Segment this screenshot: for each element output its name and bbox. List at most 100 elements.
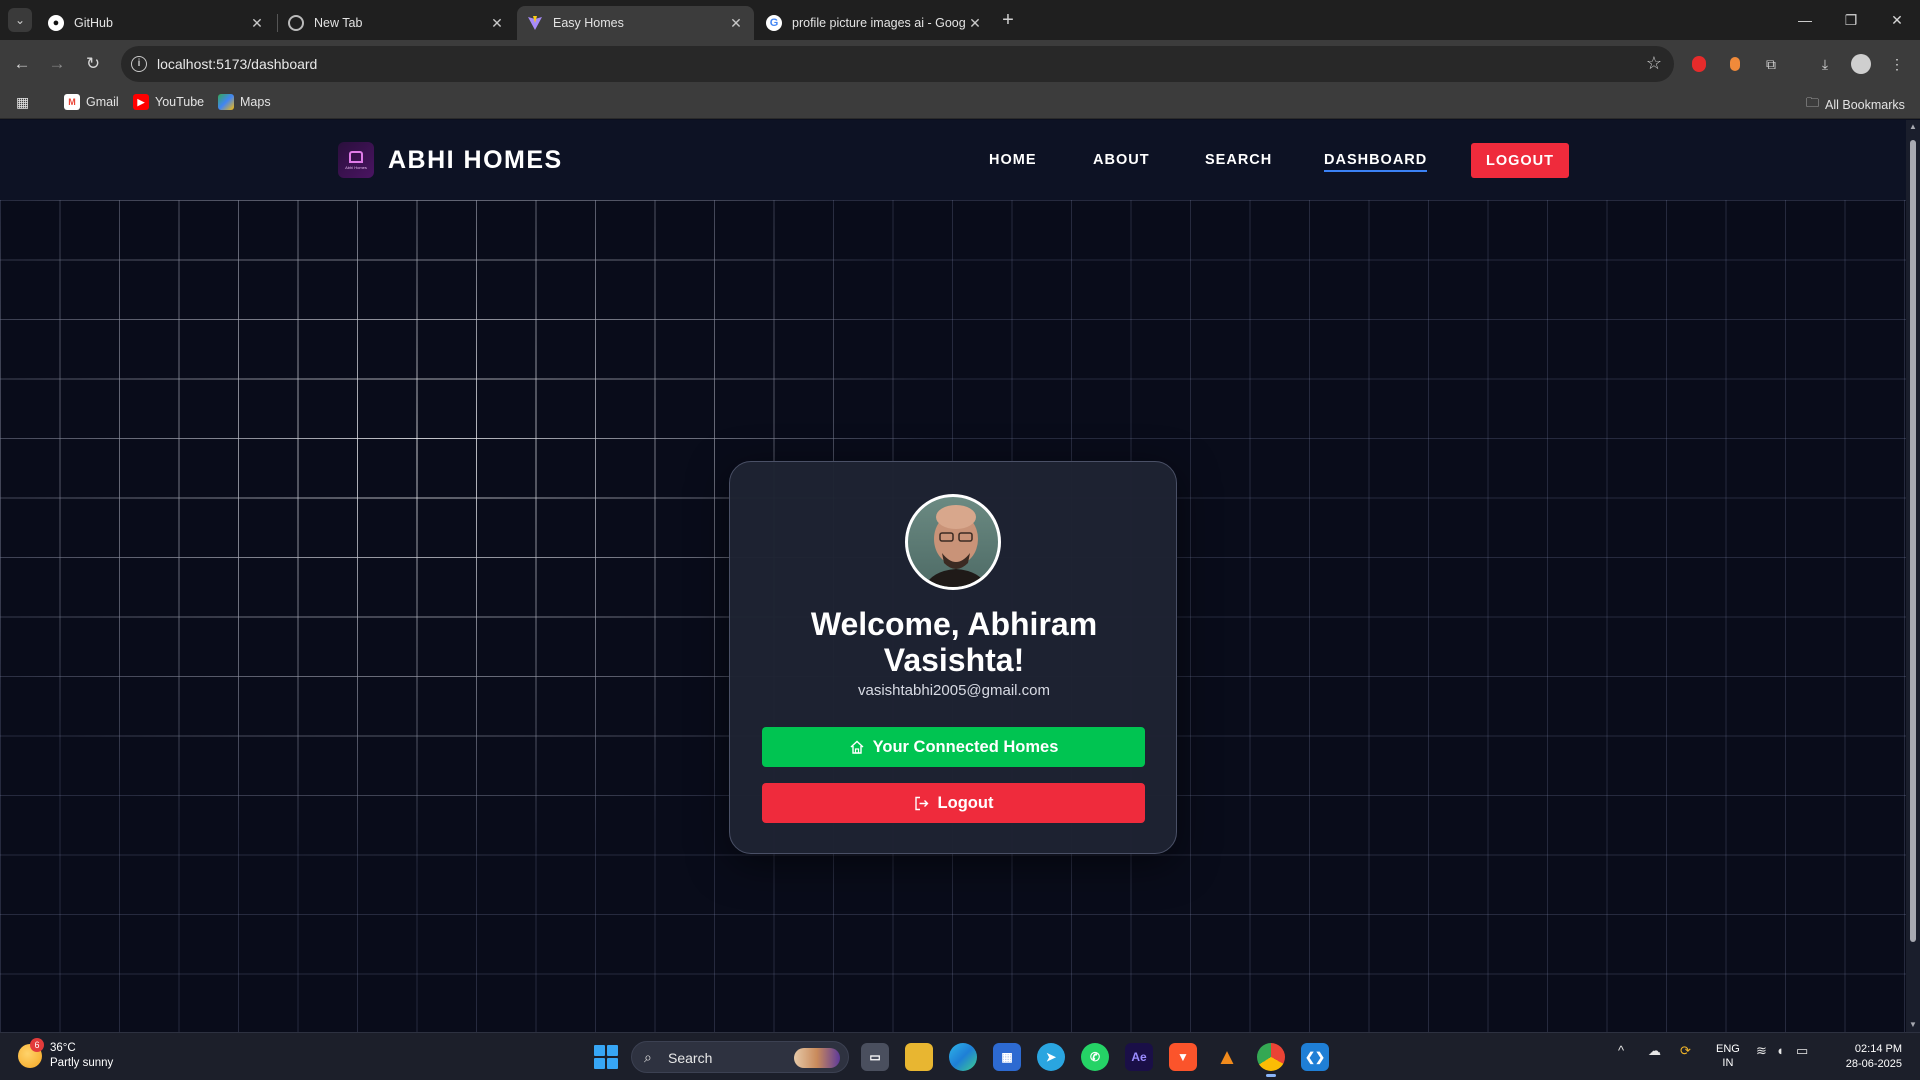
google-icon: G (766, 15, 782, 31)
close-icon[interactable]: ✕ (967, 15, 983, 32)
forward-button[interactable]: → (43, 50, 71, 78)
clock-date: 28-06-2025 (1845, 1058, 1902, 1070)
edge-icon[interactable] (949, 1043, 977, 1071)
browser-tab-bar: ⌄ ● GitHub ✕ New Tab ✕ Easy Homes ✕ G pr… (0, 0, 1920, 40)
bookmark-youtube[interactable]: ▶ YouTube (133, 94, 204, 110)
house-logo-icon (349, 150, 363, 163)
page-scrollbar[interactable]: ▲ ▼ (1906, 120, 1920, 1032)
show-hidden-icons-chevron[interactable]: ^ (1618, 1043, 1624, 1058)
whatsapp-icon[interactable]: ✆ (1081, 1043, 1109, 1071)
nav-about[interactable]: ABOUT (1093, 152, 1150, 168)
after-effects-icon[interactable]: Ae (1125, 1043, 1153, 1071)
nav-search[interactable]: SEARCH (1205, 152, 1272, 168)
chrome-icon[interactable] (1257, 1043, 1285, 1077)
nav-logout-button[interactable]: LOGOUT (1471, 143, 1569, 178)
sync-icon[interactable]: ⟳ (1680, 1043, 1691, 1059)
extension-red-icon[interactable] (1688, 53, 1710, 75)
profile-card: Welcome, Abhiram Vasishta! vasishtabhi20… (729, 461, 1177, 854)
minimize-button[interactable]: — (1782, 0, 1828, 40)
site-logo[interactable]: Abhi Homes (338, 142, 374, 178)
scrollbar-thumb[interactable] (1910, 140, 1916, 942)
menu-kebab-icon[interactable]: ⋮ (1886, 53, 1908, 75)
bookmark-label: Maps (240, 95, 271, 109)
bookmark-label: YouTube (155, 95, 205, 109)
close-icon[interactable]: ✕ (728, 15, 744, 32)
lang-bottom: IN (1722, 1057, 1734, 1069)
onedrive-cloud-icon[interactable]: ☁ (1648, 1043, 1661, 1059)
close-icon[interactable]: ✕ (249, 15, 265, 32)
all-bookmarks[interactable]: 🗀 All Bookmarks (1806, 94, 1905, 116)
windows-taskbar: 6 36°C Partly sunny ⌕ Search ▭ ▦ ➤ ✆ Ae … (0, 1032, 1920, 1080)
clock-time: 02:14 PM (1854, 1043, 1902, 1055)
task-view-icon[interactable]: ▭ (861, 1043, 889, 1071)
taskbar-search[interactable]: ⌕ Search (631, 1041, 849, 1073)
volume-icon[interactable]: ◖ (1776, 1043, 1784, 1058)
back-button[interactable]: ← (8, 50, 36, 78)
tab-github[interactable]: ● GitHub ✕ (38, 6, 275, 40)
tab-google-search[interactable]: G profile picture images ai - Goog ✕ (756, 6, 993, 40)
restore-button[interactable]: ❐ (1828, 0, 1874, 40)
user-email: vasishtabhi2005@gmail.com (858, 682, 1050, 699)
close-window-button[interactable]: ✕ (1874, 0, 1920, 40)
brave-icon[interactable]: ▼ (1169, 1043, 1197, 1071)
new-tab-button[interactable]: + (996, 8, 1020, 32)
scroll-down-icon[interactable]: ▼ (1909, 1020, 1917, 1029)
partly-sunny-icon: 6 (18, 1038, 44, 1068)
vlc-icon[interactable]: ▲ (1213, 1043, 1241, 1071)
weather-badge: 6 (30, 1038, 44, 1052)
home-icon (849, 739, 865, 755)
tab-title: Easy Homes (553, 16, 624, 30)
logout-label: Logout (937, 793, 994, 812)
weather-desc: Partly sunny (50, 1057, 114, 1069)
microsoft-store-icon[interactable]: ▦ (993, 1043, 1021, 1071)
lang-top: ENG (1716, 1043, 1740, 1055)
apps-grid-icon[interactable]: ▦ (16, 94, 29, 111)
bookmark-maps[interactable]: Maps (218, 94, 271, 110)
nav-home[interactable]: HOME (989, 152, 1037, 168)
tab-title: profile picture images ai - Goog (792, 16, 966, 30)
extension-orange-icon[interactable] (1724, 53, 1746, 75)
gmail-icon: M (64, 94, 80, 110)
all-bookmarks-label: All Bookmarks (1825, 98, 1905, 112)
connected-homes-label: Your Connected Homes (872, 737, 1059, 756)
language-indicator[interactable]: ENG IN (1716, 1042, 1740, 1070)
nav-dashboard[interactable]: DASHBOARD (1324, 152, 1428, 172)
chrome-icon (288, 15, 304, 31)
site-info-icon[interactable]: i (131, 56, 147, 72)
profile-avatar-icon[interactable] (1850, 53, 1872, 75)
close-icon[interactable]: ✕ (489, 15, 505, 32)
downloads-icon[interactable]: ⤓ (1814, 53, 1836, 75)
extensions-puzzle-icon[interactable]: ⧉ (1760, 53, 1782, 75)
system-clock[interactable]: 02:14 PM 28-06-2025 (1838, 1042, 1902, 1072)
weather-widget[interactable]: 6 36°C Partly sunny (18, 1038, 114, 1071)
tab-easy-homes[interactable]: Easy Homes ✕ (517, 6, 754, 40)
battery-icon[interactable]: ▭ (1796, 1043, 1808, 1059)
tab-search-button[interactable]: ⌄ (8, 8, 32, 32)
wifi-icon[interactable]: ≋ (1756, 1043, 1767, 1059)
site-navbar: Abhi Homes ABHI HOMES HOME ABOUT SEARCH … (0, 120, 1906, 200)
tab-title: New Tab (314, 16, 363, 30)
file-explorer-icon[interactable] (905, 1043, 933, 1071)
page-viewport: Abhi Homes ABHI HOMES HOME ABOUT SEARCH … (0, 120, 1906, 1032)
bookmarks-bar: ▦ M Gmail ▶ YouTube Maps 🗀 All Bookmarks (0, 87, 1920, 119)
address-bar[interactable]: i localhost:5173/dashboard ☆ (121, 46, 1674, 82)
search-icon: ⌕ (644, 1049, 652, 1065)
brand-name[interactable]: ABHI HOMES (388, 146, 563, 175)
search-highlight-image (794, 1048, 840, 1068)
browser-toolbar: ← → ↻ i localhost:5173/dashboard ☆ ⧉ ⤓ ⋮ (0, 40, 1920, 87)
connected-homes-button[interactable]: Your Connected Homes (762, 727, 1145, 767)
welcome-heading: Welcome, Abhiram Vasishta! (810, 606, 1098, 678)
avatar (905, 494, 1001, 590)
maps-icon (218, 94, 234, 110)
windows-start-button[interactable] (594, 1045, 618, 1069)
github-icon: ● (48, 15, 64, 31)
bookmark-star-icon[interactable]: ☆ (1646, 53, 1662, 74)
bookmark-gmail[interactable]: M Gmail (64, 94, 119, 110)
scroll-up-icon[interactable]: ▲ (1909, 122, 1917, 131)
logout-button[interactable]: Logout (762, 783, 1145, 823)
telegram-icon[interactable]: ➤ (1037, 1043, 1065, 1071)
weather-temp: 36°C (50, 1042, 76, 1054)
reload-button[interactable]: ↻ (79, 50, 107, 78)
vscode-icon[interactable]: ❮❯ (1301, 1043, 1329, 1071)
tab-new-tab[interactable]: New Tab ✕ (278, 6, 515, 40)
